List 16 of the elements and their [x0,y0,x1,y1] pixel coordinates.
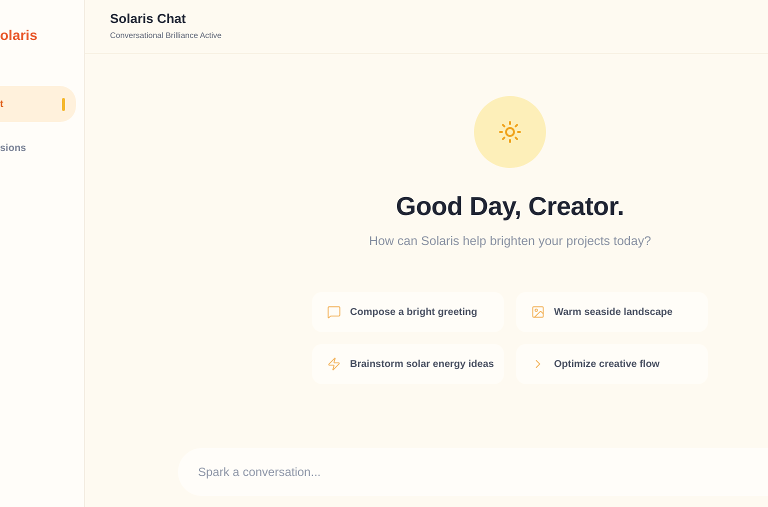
lightning-icon [327,357,341,371]
suggestion-card[interactable]: Optimize creative flow [516,344,708,384]
active-indicator [62,98,65,110]
message-input[interactable]: Spark a conversation... [178,448,768,496]
chat-title: Solaris Chat [110,11,187,26]
sun-icon [498,120,522,144]
suggestion-card[interactable]: Warm seaside landscape [516,292,708,332]
nav-item[interactable]: sions [0,130,76,166]
suggestion-card[interactable]: Compose a bright greeting [312,292,504,332]
greeting-heading: Good Day, Creator. [396,191,624,222]
greeting-subtitle: How can Solaris help brighten your projects today? [368,234,652,248]
suggestion-card[interactable]: Brainstorm solar energy ideas [312,344,504,384]
speech-bubble-icon [327,305,341,319]
chat-subtitle: Conversational Brilliance Active [110,31,223,40]
image-icon [531,305,545,319]
logo-text: olaris [0,27,38,44]
